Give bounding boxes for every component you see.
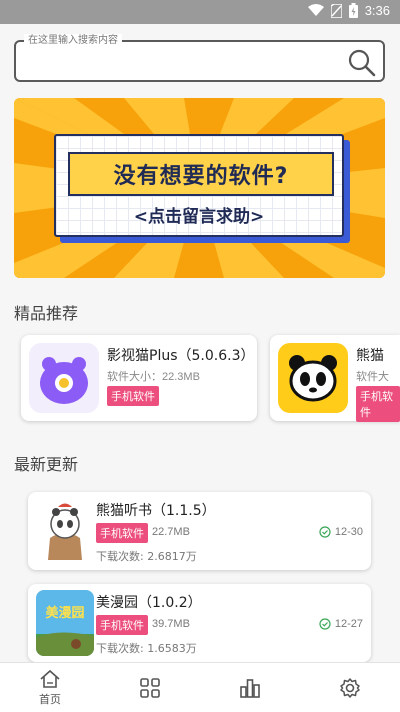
banner-card: 没有想要的软件? <点击留言求助> [54, 134, 344, 237]
app-icon-yingshimao [29, 343, 99, 413]
home-icon [40, 669, 60, 688]
download-count: 下载次数: 1.6583万 [96, 642, 197, 655]
app-name: 影视猫Plus（5.0.6.3） [107, 348, 255, 364]
banner-title: 没有想要的软件? [113, 164, 289, 189]
app-name: 美漫园（1.0.2） [96, 595, 202, 611]
search-placeholder: 在这里输入搜索内容 [24, 34, 122, 48]
app-size: 22.7MB [152, 526, 190, 538]
status-time: 3:36 [364, 3, 390, 18]
update-date-text: 12-27 [334, 618, 363, 630]
bottom-tab-bar: 首页 [0, 662, 400, 712]
recommended-card[interactable]: 熊猫 软件大 手机软件 [270, 335, 400, 422]
recommended-card[interactable]: 影视猫Plus（5.0.6.3） 软件大小：22.3MB 手机软件 [21, 335, 257, 421]
app-icon-meimanyuan: 美漫园 [36, 590, 94, 656]
app-size: 39.7MB [152, 618, 190, 630]
search-icon[interactable] [347, 48, 377, 78]
app-icon-panda [278, 343, 348, 413]
app-icon-panda-audiobook [36, 498, 94, 564]
section-title-recommended: 精品推荐 [14, 304, 79, 323]
app-icon-text: 美漫园 [45, 606, 85, 621]
update-list-item[interactable]: 熊猫听书（1.1.5） 手机软件 22.7MB 下载次数: 2.6817万 12… [28, 492, 371, 570]
category-tag: 手机软件 [107, 386, 159, 406]
app-name: 熊猫听书（1.1.5） [96, 503, 216, 519]
battery-icon [348, 3, 358, 18]
category-tag: 手机软件 [356, 386, 400, 422]
grid-icon [140, 678, 160, 698]
clock-icon [319, 526, 331, 538]
update-date-text: 12-30 [334, 526, 363, 538]
wifi-icon [307, 4, 324, 16]
bar-chart-icon [240, 679, 260, 698]
no-sim-icon [330, 3, 342, 18]
section-title-latest: 最新更新 [14, 455, 79, 474]
app-size: 软件大小：22.3MB [107, 371, 200, 383]
app-size: 软件大 [356, 371, 389, 383]
download-count: 下载次数: 2.6817万 [96, 550, 197, 563]
app-name: 熊猫 [356, 348, 384, 364]
update-date: 12-30 [319, 526, 363, 538]
help-banner[interactable]: 没有想要的软件? <点击留言求助> [14, 98, 385, 278]
tab-home[interactable]: 首页 [0, 663, 100, 712]
gear-icon [340, 678, 360, 698]
update-list-item[interactable]: 美漫园 美漫园（1.0.2） 手机软件 39.7MB 下载次数: 1.6583万… [28, 584, 371, 662]
tab-settings[interactable] [300, 663, 400, 712]
search-field[interactable]: 在这里输入搜索内容 [14, 34, 385, 82]
category-tag: 手机软件 [96, 615, 148, 635]
tab-apps[interactable] [100, 663, 200, 712]
tab-rankings[interactable] [200, 663, 300, 712]
tab-home-label: 首页 [39, 693, 61, 706]
banner-subtitle: <点击留言求助> [133, 207, 265, 227]
category-tag: 手机软件 [96, 523, 148, 543]
clock-icon [319, 618, 331, 630]
update-date: 12-27 [319, 618, 363, 630]
status-bar: 3:36 [0, 0, 400, 24]
